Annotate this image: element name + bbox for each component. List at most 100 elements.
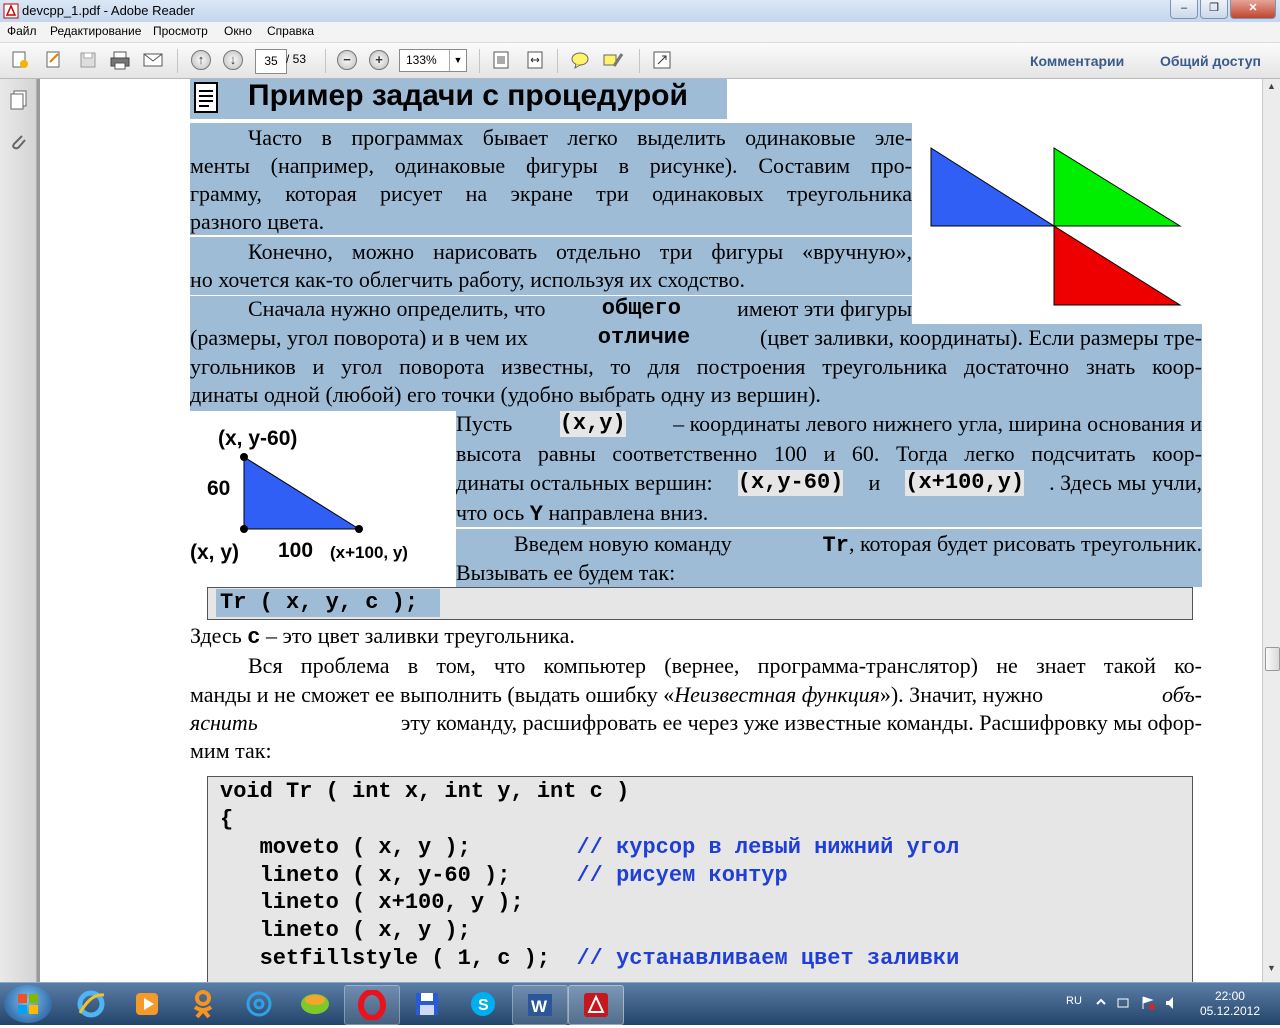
adobe-reader-taskbar-icon[interactable] [568, 985, 624, 1025]
devcpp-icon[interactable] [288, 985, 342, 1023]
minimize-button[interactable]: – [1170, 0, 1198, 19]
clock-time: 22:00 [1214, 989, 1245, 1003]
menu-bar: Файл Редактирование Просмотр Окно Справк… [0, 22, 1280, 43]
inline-code: (x+100,y) [905, 470, 1025, 496]
fit-width-icon[interactable] [523, 48, 547, 72]
inline-code: Y [529, 502, 543, 527]
at-mail-icon[interactable] [232, 985, 286, 1023]
menu-help[interactable]: Справка [267, 24, 314, 38]
highlight-text-icon[interactable] [601, 48, 625, 72]
code-text: lineto ( x, y ); [220, 918, 471, 943]
close-button[interactable]: ✕ [1230, 0, 1276, 19]
code-text: setfillstyle ( 1, c ); [220, 946, 577, 971]
pages-icon[interactable] [8, 89, 30, 116]
paragraph-line: Пусть (x,y) – координаты левого нижнего … [456, 411, 1202, 437]
code-text: void Tr ( int x, int y, int c ) [220, 779, 630, 804]
media-player-icon[interactable] [120, 985, 174, 1023]
skype-icon[interactable]: S [456, 985, 510, 1023]
network-icon[interactable] [1116, 995, 1132, 1016]
call-code: Tr ( x, y, c ); [220, 590, 419, 615]
window-title: devcpp_1.pdf - Adobe Reader [22, 3, 195, 18]
bold-term: отличие [597, 325, 691, 350]
zoom-out-icon[interactable]: − [335, 48, 359, 72]
menu-view[interactable]: Просмотр [153, 24, 208, 38]
zoom-in-icon[interactable]: + [367, 48, 391, 72]
italic-term: яснить [190, 710, 258, 735]
fullscreen-icon[interactable] [650, 48, 674, 72]
italic-term: Неизвестная функция [674, 682, 880, 707]
share-pane-button[interactable]: Общий доступ [1160, 53, 1261, 69]
vertical-scrollbar[interactable]: ▲ ▼ [1262, 79, 1280, 982]
text-span: динаты остальных вершин: [456, 470, 713, 495]
email-icon[interactable] [141, 48, 165, 72]
internet-explorer-icon[interactable] [64, 985, 118, 1023]
code-line: moveto ( x, y ); // курсор в левый нижни… [220, 835, 960, 860]
height-label: 60 [207, 477, 231, 500]
save-disk-icon[interactable] [400, 985, 454, 1023]
clock[interactable]: 22:00 05.12.2012 [1200, 989, 1260, 1019]
paragraph-line: динаты остальных вершин: (x,y-60) и (x+1… [456, 470, 1202, 496]
menu-edit[interactable]: Редактирование [50, 24, 141, 38]
scroll-thumb[interactable] [1265, 647, 1280, 671]
text-span: (цвет заливки, координаты). Если размеры… [760, 325, 1202, 350]
action-center-icon[interactable] [1140, 995, 1156, 1016]
paragraph-line: динаты одной (любой) его точки (удобно в… [190, 382, 821, 407]
text-span: (размеры, угол поворота) и в чем их [190, 325, 528, 350]
svg-text:W: W [531, 997, 548, 1016]
opera-icon[interactable] [344, 985, 400, 1025]
word-icon[interactable]: W [512, 985, 568, 1025]
language-indicator[interactable]: RU [1066, 995, 1082, 1007]
code-line: setfillstyle ( 1, c ); // устанавливаем … [220, 946, 960, 971]
code-comment: // рисуем контур [576, 863, 788, 888]
comments-pane-button[interactable]: Комментарии [1030, 53, 1124, 69]
paragraph-line: Конечно, можно нарисовать отдельно три ф… [248, 239, 912, 264]
text-span: – координаты левого нижнего угла, ширина… [673, 411, 1202, 436]
menu-file[interactable]: Файл [7, 24, 37, 38]
paragraph-line: грамму, которая рисует на экране три оди… [190, 181, 912, 206]
clock-date: 05.12.2012 [1199, 1004, 1260, 1018]
page-number-input[interactable] [255, 49, 287, 74]
title-bar: devcpp_1.pdf - Adobe Reader – ❐ ✕ [0, 0, 1280, 23]
print-icon[interactable] [108, 48, 132, 72]
inline-code: Tr [822, 533, 849, 558]
paragraph-line: Часто в программах бывает легко выделить… [248, 125, 912, 150]
save-icon[interactable] [76, 48, 100, 72]
scroll-down-icon[interactable]: ▼ [1264, 963, 1279, 978]
fit-page-icon[interactable] [489, 48, 513, 72]
page-total: / 53 [286, 52, 307, 66]
zoom-select[interactable]: 133% ▼ [399, 49, 467, 72]
vertex-label-top: (x, y-60) [218, 427, 298, 450]
previous-page-icon[interactable]: ↑ [189, 48, 213, 72]
menu-window[interactable]: Окно [224, 24, 252, 38]
paragraph-line: яснить эту команду, расшифровать ее чере… [190, 710, 1202, 736]
tray-expand-icon[interactable] [1094, 995, 1108, 1014]
navigation-panel [0, 79, 37, 982]
comment-icon[interactable] [568, 48, 592, 72]
chevron-down-icon[interactable]: ▼ [449, 50, 466, 71]
paragraph-line: манды и не сможет ее выполнить (выдать о… [190, 682, 1202, 708]
text-span: направлена вниз. [548, 500, 709, 525]
text-span: и [868, 470, 881, 495]
text-span: имеют эти фигуры [737, 296, 912, 321]
text-span: что ось [456, 500, 525, 525]
next-page-icon[interactable]: ↓ [221, 48, 245, 72]
vertex-label-bottom-left: (x, y) [190, 541, 240, 564]
text-span: , которая будет рисовать треугольник. [848, 531, 1202, 556]
windows-start-icon[interactable] [4, 985, 52, 1023]
attachments-icon[interactable] [8, 131, 30, 158]
scroll-up-icon[interactable]: ▲ [1264, 81, 1279, 96]
red-triangle [1053, 225, 1182, 306]
odnoklassniki-icon[interactable] [176, 985, 230, 1023]
text-span: . Здесь мы учли, [1049, 470, 1202, 495]
paragraph-line: Вся проблема в том, что компьютер (верне… [248, 653, 1202, 678]
blue-triangle [930, 147, 1056, 227]
edit-document-icon[interactable] [42, 48, 66, 72]
paragraph-line: (размеры, угол поворота) и в чем их отли… [190, 325, 1202, 351]
paragraph-line: но хочется как-то облегчить работу, испо… [190, 267, 746, 292]
create-pdf-icon[interactable] [8, 48, 32, 72]
restore-button[interactable]: ❐ [1200, 0, 1228, 19]
width-label: 100 [278, 539, 314, 562]
code-comment: // курсор в левый нижний угол [576, 835, 960, 860]
volume-icon[interactable] [1164, 995, 1180, 1016]
text-span: манды и не сможет ее выполнить (выдать о… [190, 682, 675, 707]
